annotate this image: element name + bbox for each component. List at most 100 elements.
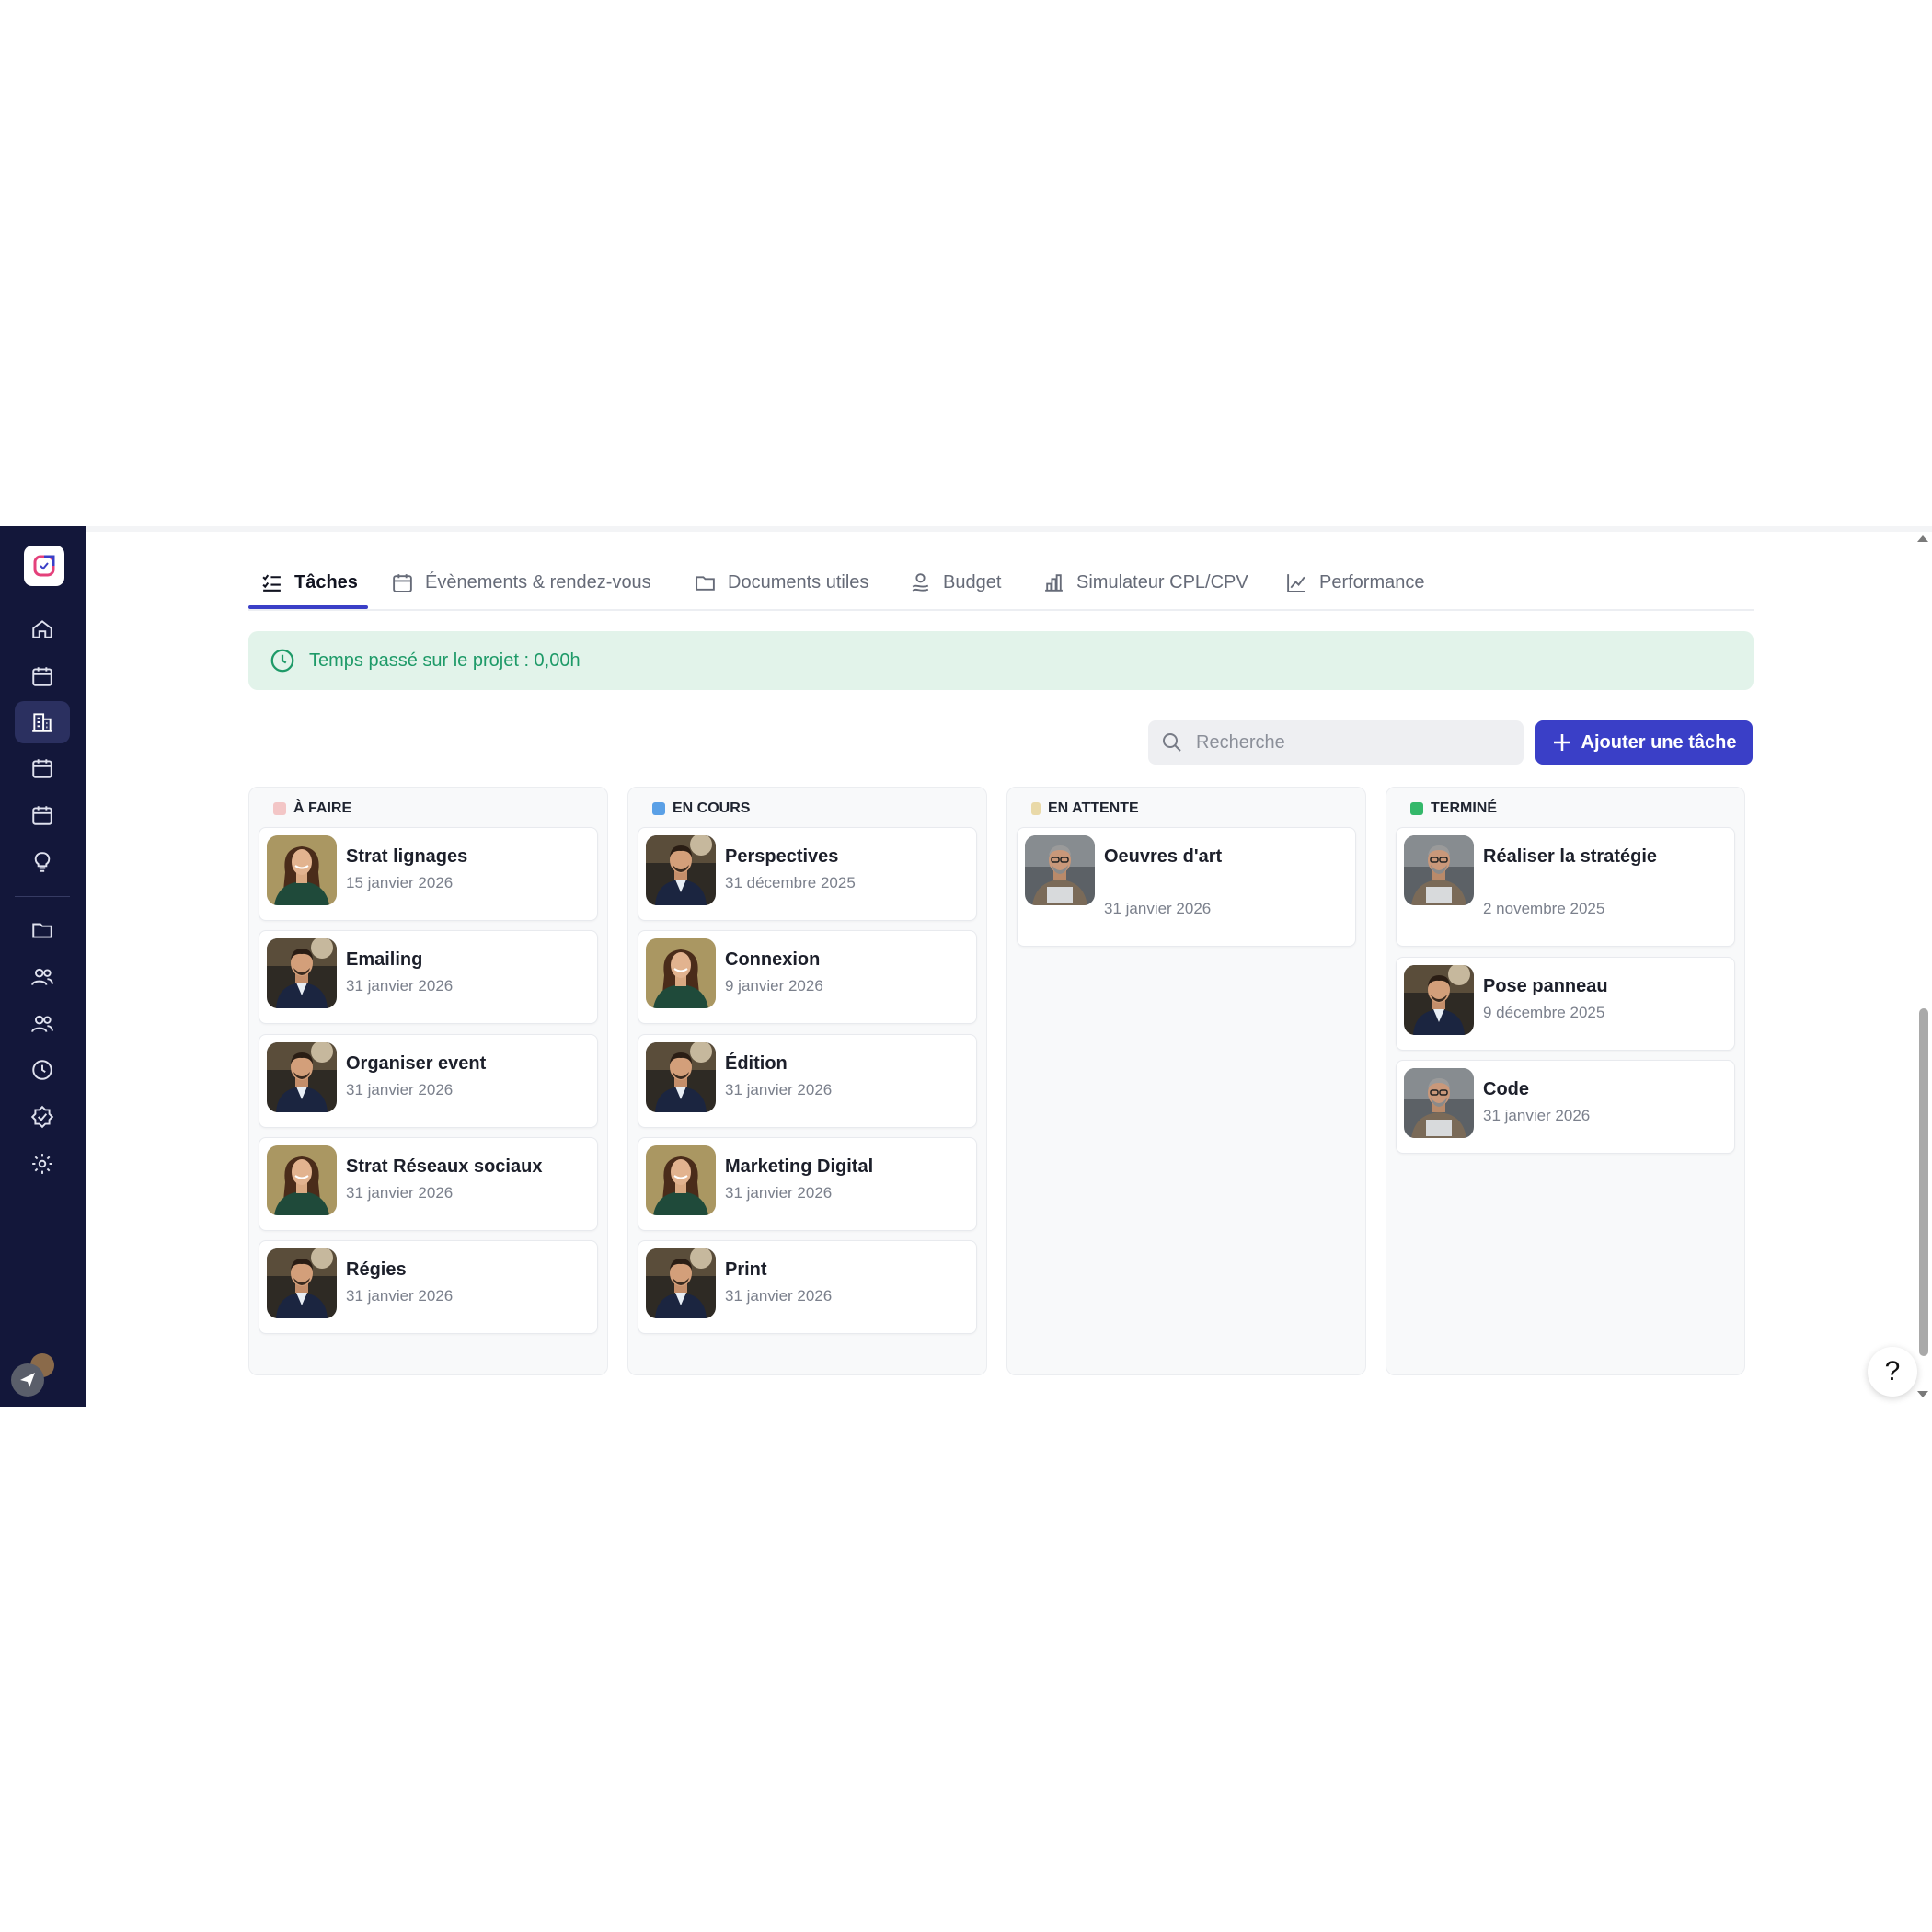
add-task-button[interactable]: Ajouter une tâche	[1535, 720, 1753, 765]
search-input[interactable]	[1194, 730, 1501, 754]
assignee-avatar	[646, 938, 716, 1008]
user-avatar[interactable]	[9, 1352, 55, 1398]
task-card[interactable]: Édition 31 janvier 2026	[638, 1034, 977, 1128]
column-en-cours: EN COURS Perspectives 31 décembre 2025 C…	[627, 787, 987, 1375]
column-title: EN ATTENTE	[1048, 800, 1139, 816]
assignee-avatar	[1025, 835, 1095, 905]
nav-calendar-3[interactable]	[15, 794, 70, 836]
tab-label: Budget	[943, 572, 1002, 592]
column-header: À FAIRE	[273, 800, 351, 817]
tab-simulateur[interactable]: Simulateur CPL/CPV	[1042, 572, 1248, 609]
task-card[interactable]: Perspectives 31 décembre 2025	[638, 827, 977, 921]
nav-time[interactable]	[15, 1049, 70, 1091]
column-header: TERMINÉ	[1410, 800, 1497, 817]
coins-icon	[912, 573, 929, 592]
assignee-avatar	[646, 1145, 716, 1215]
refresh-icon	[652, 802, 665, 815]
gear-icon	[32, 1154, 52, 1174]
task-card[interactable]: Pose panneau 9 décembre 2025	[1396, 957, 1735, 1051]
assignee-avatar	[267, 835, 337, 905]
column-title: EN COURS	[673, 800, 751, 816]
app-logo[interactable]	[24, 546, 64, 586]
assignee-avatar	[646, 1042, 716, 1112]
add-task-label: Ajouter une tâche	[1581, 731, 1737, 753]
task-date: 31 janvier 2026	[1104, 900, 1212, 917]
help-button[interactable]: ?	[1868, 1347, 1917, 1397]
task-card[interactable]: Régies 31 janvier 2026	[259, 1240, 598, 1334]
active-tab-indicator	[248, 605, 368, 609]
tab-documents[interactable]: Documents utiles	[694, 572, 868, 609]
assignee-avatar	[267, 1145, 337, 1215]
task-title: Code	[1483, 1079, 1529, 1099]
search-box[interactable]	[1148, 720, 1524, 765]
tab-budget[interactable]: Budget	[909, 572, 1001, 609]
calendar-icon	[393, 574, 412, 592]
check-box-icon	[1410, 802, 1423, 815]
scrollbar-thumb[interactable]	[1919, 1008, 1928, 1356]
badge-check-icon	[30, 1105, 54, 1129]
assignee-avatar	[646, 1248, 716, 1318]
plus-icon	[1553, 734, 1570, 751]
app-window: Tâches Évènements & rendez-vous Document…	[0, 526, 1932, 1407]
logo-icon	[33, 555, 55, 577]
tab-label: Documents utiles	[728, 572, 869, 592]
nav-settings[interactable]	[15, 1143, 70, 1185]
bar-chart-icon	[1045, 574, 1063, 592]
nav-calendar-2[interactable]	[15, 747, 70, 789]
task-title: Édition	[725, 1053, 788, 1074]
assignee-avatar	[267, 1042, 337, 1112]
building-icon	[32, 713, 52, 732]
tab-taches[interactable]: Tâches	[260, 572, 358, 609]
task-title: Print	[725, 1259, 767, 1280]
nav-validations[interactable]	[15, 1096, 70, 1138]
task-card[interactable]: Print 31 janvier 2026	[638, 1240, 977, 1334]
tab-label: Performance	[1319, 572, 1425, 592]
task-card[interactable]: Connexion 9 janvier 2026	[638, 930, 977, 1024]
column-header: EN COURS	[652, 800, 750, 817]
assignee-avatar	[646, 835, 716, 905]
task-card[interactable]: Strat lignages 15 janvier 2026	[259, 827, 598, 921]
task-title: Régies	[346, 1259, 407, 1280]
task-date: 31 janvier 2026	[346, 1287, 454, 1305]
users-icon	[31, 1015, 53, 1032]
tab-performance[interactable]: Performance	[1285, 572, 1425, 609]
time-spent-text: Temps passé sur le projet : 0,00h	[309, 650, 581, 671]
nav-team[interactable]	[15, 956, 70, 998]
tab-label: Évènements & rendez-vous	[425, 572, 651, 592]
task-date: 31 décembre 2025	[725, 874, 856, 891]
task-title: Organiser event	[346, 1053, 487, 1074]
nav-folders[interactable]	[15, 909, 70, 951]
task-card[interactable]: Emailing 31 janvier 2026	[259, 930, 598, 1024]
assignee-avatar	[1404, 965, 1474, 1035]
sidebar	[0, 526, 86, 1407]
nav-home[interactable]	[15, 608, 70, 650]
scroll-down-icon[interactable]	[1914, 1388, 1932, 1401]
task-card[interactable]: Oeuvres d'art 31 janvier 2026	[1017, 827, 1356, 947]
clock-icon	[32, 1060, 52, 1080]
nav-calendar[interactable]	[15, 655, 70, 697]
task-card[interactable]: Strat Réseaux sociaux 31 janvier 2026	[259, 1137, 598, 1231]
users-icon	[31, 968, 53, 985]
nav-ideas[interactable]	[15, 841, 70, 883]
scroll-up-icon[interactable]	[1914, 532, 1932, 545]
task-date: 2 novembre 2025	[1483, 900, 1605, 917]
nav-clients[interactable]	[15, 1003, 70, 1045]
task-card[interactable]: Réaliser la stratégie 2 novembre 2025	[1396, 827, 1735, 947]
clock-icon	[270, 649, 294, 673]
line-chart-icon	[1287, 574, 1305, 592]
task-title: Pose panneau	[1483, 976, 1608, 996]
time-spent-banner: Temps passé sur le projet : 0,00h	[248, 631, 1754, 690]
column-title: À FAIRE	[293, 800, 352, 816]
task-date: 31 janvier 2026	[346, 1081, 454, 1098]
scrollbar[interactable]	[1914, 526, 1932, 1407]
tab-evenements[interactable]: Évènements & rendez-vous	[391, 572, 651, 609]
folder-icon	[696, 576, 715, 591]
pin-icon	[273, 802, 286, 815]
task-card[interactable]: Code 31 janvier 2026	[1396, 1060, 1735, 1154]
task-title: Connexion	[725, 949, 821, 970]
home-icon	[32, 620, 52, 638]
task-card[interactable]: Organiser event 31 janvier 2026	[259, 1034, 598, 1128]
nav-projects[interactable]	[15, 701, 70, 743]
task-title: Oeuvres d'art	[1104, 846, 1223, 867]
task-card[interactable]: Marketing Digital 31 janvier 2026	[638, 1137, 977, 1231]
